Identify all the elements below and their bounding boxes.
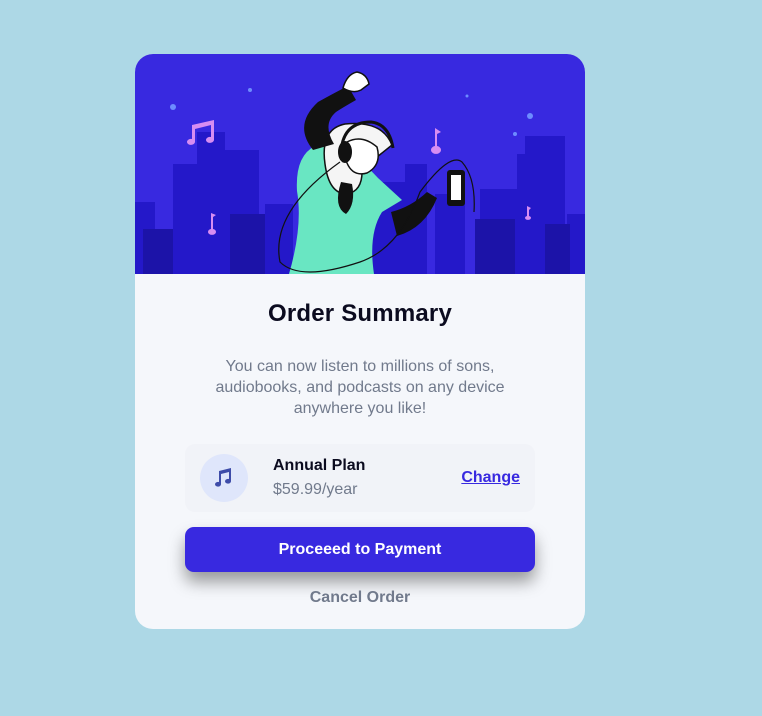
page-title: Order Summary xyxy=(267,300,452,327)
change-plan-link[interactable]: Change xyxy=(461,469,520,487)
plan-box: Annual Plan $59.99/year Change xyxy=(185,444,535,512)
plan-price: $59.99/year xyxy=(273,481,358,498)
hero-illustration xyxy=(135,54,585,274)
order-summary-card: Order Summary You can now listen to mill… xyxy=(135,54,585,629)
proceed-to-payment-button[interactable]: Proceeed to Payment xyxy=(185,527,535,572)
music-illustration-icon xyxy=(135,71,585,274)
music-note-icon xyxy=(200,454,248,502)
summary-description: You can now listen to millions of sons, … xyxy=(215,358,505,417)
cancel-order-button[interactable]: Cancel Order xyxy=(135,589,585,607)
plan-name: Annual Plan xyxy=(273,457,366,474)
